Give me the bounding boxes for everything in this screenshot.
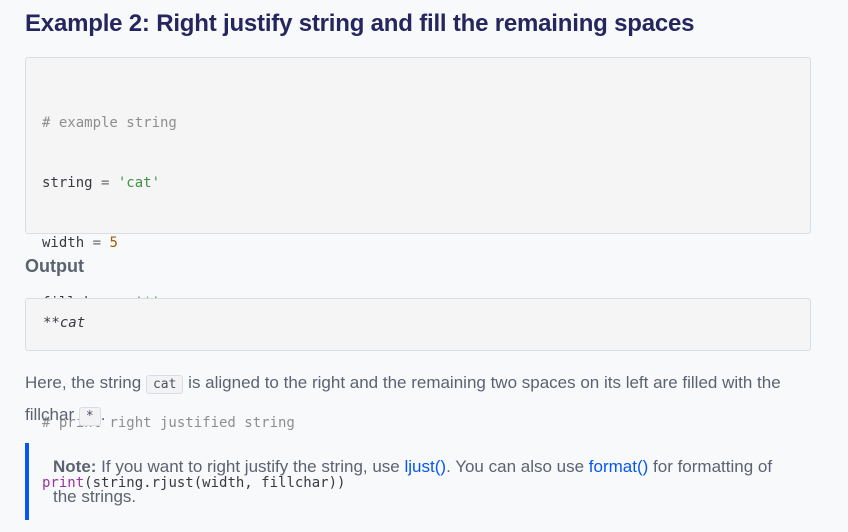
- code-string: 'cat': [117, 175, 161, 191]
- code-operator: =: [92, 175, 118, 191]
- paragraph-text: .: [100, 405, 106, 424]
- note-body: . You can also use: [446, 457, 589, 476]
- paragraph-text: Here, the string: [25, 373, 146, 392]
- inline-code-cat: cat: [145, 375, 184, 394]
- inline-code-fillchar: *: [78, 407, 101, 426]
- example-heading: Example 2: Right justify string and fill…: [25, 10, 695, 37]
- code-comment: # example string: [42, 115, 177, 131]
- note-body: If you want to right justify the string,…: [96, 457, 405, 476]
- code-block: # example string string = 'cat' width = …: [25, 57, 811, 491]
- code-line-2: string = 'cat': [42, 173, 345, 193]
- explanation-paragraph: Here, the string cat is aligned to the r…: [25, 368, 825, 432]
- code-number: 5: [109, 235, 118, 251]
- note-label: Note:: [53, 457, 97, 476]
- note-callout: Note: If you want to right justify the s…: [25, 443, 815, 520]
- format-link[interactable]: format(): [589, 457, 649, 476]
- output-text: **cat: [43, 315, 86, 331]
- code-operator: =: [84, 235, 110, 251]
- note-text: Note: If you want to right justify the s…: [53, 452, 793, 512]
- code-variable: string: [42, 175, 93, 191]
- output-heading: Output: [25, 256, 84, 276]
- ljust-link[interactable]: ljust(): [405, 457, 447, 476]
- code-line-1: # example string: [42, 113, 345, 133]
- article-page: Example 2: Right justify string and fill…: [0, 0, 848, 532]
- code-variable: width: [42, 235, 85, 251]
- output-block: **cat: [25, 298, 811, 351]
- code-line-3: width = 5: [42, 233, 345, 253]
